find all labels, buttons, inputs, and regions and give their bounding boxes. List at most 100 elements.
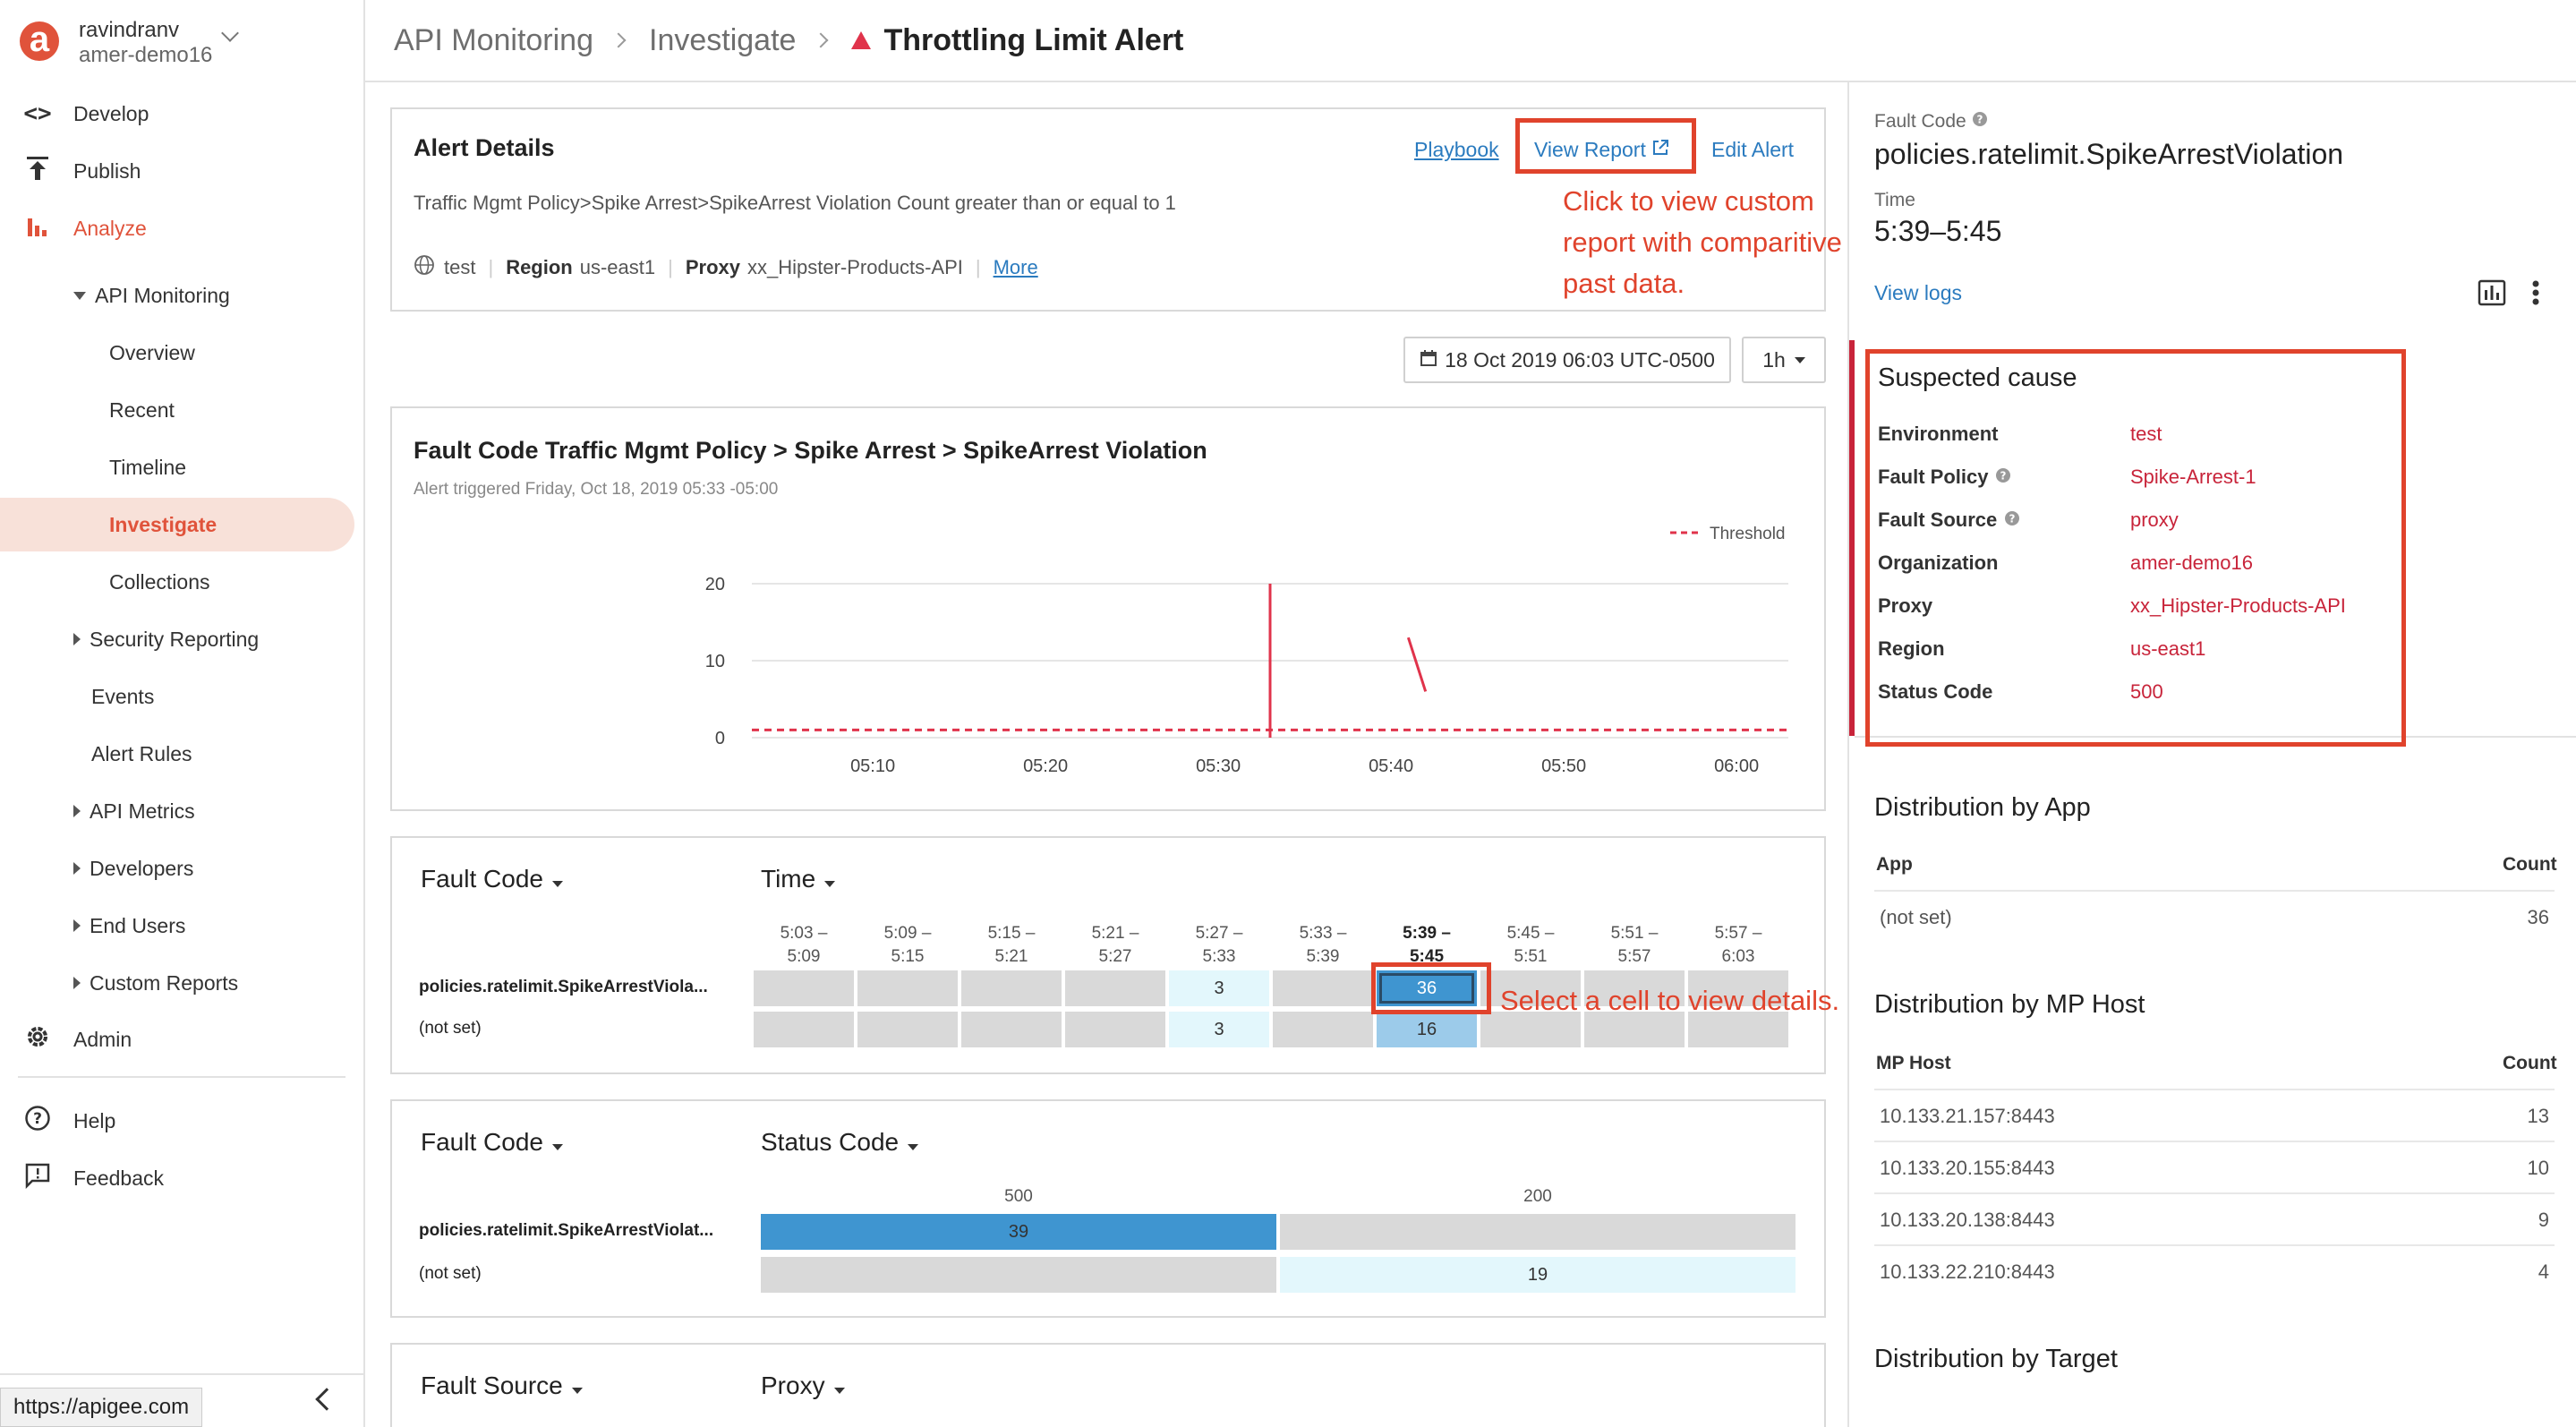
matrix-cell[interactable]: 16 (1377, 1012, 1477, 1047)
selected-cell-highlight (1371, 962, 1491, 1014)
dimension2-select[interactable]: Status Code (761, 1128, 919, 1157)
fault-code-label-text: Fault Code (1874, 111, 1966, 132)
matrix-cell[interactable]: 3 (1169, 970, 1269, 1006)
nav-help-label: Help (73, 1108, 116, 1132)
nav-publish[interactable]: Publish (0, 146, 365, 196)
calendar-icon (1420, 348, 1437, 372)
distribution-row: (not set) 36 (1874, 890, 2555, 942)
nav-overview[interactable]: Overview (109, 326, 195, 380)
nav-developers[interactable]: Developers (73, 842, 193, 895)
user-name[interactable]: ravindranv (79, 18, 179, 43)
nav-custom-reports[interactable]: Custom Reports (73, 956, 238, 1010)
time-column-header: 5:09 – 5:15 (857, 922, 958, 969)
nav-alert-rules[interactable]: Alert Rules (91, 727, 192, 781)
time-column-start: 5:03 – (780, 924, 828, 943)
matrix-cell[interactable] (1273, 1012, 1373, 1047)
chart-toggle-icon[interactable] (2478, 279, 2506, 311)
time-column-header: 5:57 – 6:03 (1688, 922, 1788, 969)
time-value: 5:39–5:45 (1874, 215, 2002, 247)
dimension1-label: Fault Code (421, 1128, 543, 1156)
nav-help[interactable]: ? Help (0, 1096, 365, 1146)
matrix-cell[interactable] (857, 970, 958, 1006)
matrix-cell[interactable] (1065, 970, 1165, 1006)
more-options-icon[interactable] (2531, 279, 2540, 311)
dimension2-select[interactable]: Proxy (761, 1371, 845, 1400)
expand-right-icon (73, 805, 81, 817)
time-column-end: 5:39 (1306, 947, 1340, 966)
nav-security-reporting[interactable]: Security Reporting (73, 612, 259, 666)
matrix-cell[interactable]: 19 (1280, 1257, 1796, 1293)
matrix-cell[interactable]: 39 (761, 1214, 1276, 1250)
view-logs-link[interactable]: View logs (1874, 281, 1962, 305)
time-column-start: 5:27 – (1195, 924, 1243, 943)
matrix-cell[interactable] (961, 1012, 1062, 1047)
breadcrumb-api-monitoring[interactable]: API Monitoring (394, 23, 593, 58)
series-line (1406, 637, 1428, 692)
dimension2-select[interactable]: Time (761, 865, 836, 893)
proxy-value: xx_Hipster-Products-API (747, 256, 963, 278)
nav-events[interactable]: Events (91, 670, 154, 723)
matrix-cell[interactable] (857, 1012, 958, 1047)
chevron-down-icon (551, 1144, 563, 1150)
fault-code-label: Fault Code ? (1874, 111, 1988, 132)
time-column-end: 5:33 (1202, 947, 1236, 966)
matrix-cell[interactable] (754, 1012, 854, 1047)
dist-host-title: Distribution by MP Host (1874, 990, 2145, 1019)
matrix-cell[interactable] (1065, 1012, 1165, 1047)
time-column-start: 5:39 – (1403, 924, 1451, 943)
matrix-cell[interactable]: 3 (1169, 1012, 1269, 1047)
dimension1-select[interactable]: Fault Code (421, 865, 563, 893)
chevron-down-icon[interactable] (221, 24, 239, 42)
nav-admin[interactable]: Admin (0, 1014, 365, 1064)
nav-analyze[interactable]: Analyze (0, 203, 365, 253)
nav-publish-label: Publish (73, 158, 141, 183)
time-column-end: 5:51 (1514, 947, 1548, 966)
date-picker[interactable]: 18 Oct 2019 06:03 UTC-0500 (1403, 337, 1731, 383)
dimension1-select[interactable]: Fault Source (421, 1371, 583, 1400)
page-header: API Monitoring Investigate Throttling Li… (365, 0, 2576, 82)
time-column-end: 5:27 (1098, 947, 1132, 966)
nav-investigate[interactable]: Investigate (0, 498, 354, 551)
time-column-end: 5:09 (787, 947, 821, 966)
breadcrumb-investigate[interactable]: Investigate (649, 23, 796, 58)
org-name[interactable]: amer-demo16 (79, 43, 212, 68)
dist-host-col-count: Count (2503, 1053, 2557, 1073)
time-column-end: 6:03 (1721, 947, 1755, 966)
time-label: Time (1874, 190, 1915, 210)
time-column-start: 5:45 – (1506, 924, 1555, 943)
nav-end-users[interactable]: End Users (73, 899, 185, 953)
nav-custom-reports-label: Custom Reports (90, 971, 239, 995)
nav-end-users-label: End Users (90, 914, 186, 937)
matrix-cell[interactable] (961, 970, 1062, 1006)
matrix-cell[interactable] (1273, 970, 1373, 1006)
more-link[interactable]: More (994, 256, 1038, 279)
y-tick-label: 10 (705, 652, 725, 671)
matrix-cell[interactable] (761, 1257, 1276, 1293)
edit-alert-link[interactable]: Edit Alert (1711, 138, 1794, 162)
time-range-select[interactable]: 1h (1742, 337, 1826, 383)
distribution-count: 10 (2527, 1157, 2549, 1179)
matrix-cell[interactable] (754, 970, 854, 1006)
alert-meta-row: test | Region us-east1 | Proxy xx_Hipste… (414, 254, 1038, 281)
expand-down-icon (73, 292, 86, 300)
y-tick-label: 20 (705, 575, 725, 594)
distribution-count: 9 (2538, 1209, 2549, 1231)
time-column-start: 5:57 – (1714, 924, 1762, 943)
dist-app-title: Distribution by App (1874, 793, 2091, 822)
expand-right-icon (73, 862, 81, 875)
nav-develop[interactable]: <> Develop (0, 89, 365, 139)
dimension1-select[interactable]: Fault Code (421, 1128, 563, 1157)
time-column-start: 5:15 – (987, 924, 1036, 943)
dimension2-label: Proxy (761, 1371, 825, 1399)
nav-feedback[interactable]: Feedback (0, 1153, 365, 1203)
nav-api-monitoring[interactable]: API Monitoring (73, 269, 230, 322)
matrix-cell[interactable] (1280, 1214, 1796, 1250)
nav-recent[interactable]: Recent (109, 383, 175, 437)
playbook-link[interactable]: Playbook (1414, 138, 1499, 162)
help-circle-icon: ? (20, 1105, 55, 1138)
nav-collections[interactable]: Collections (109, 555, 210, 609)
nav-api-metrics[interactable]: API Metrics (73, 784, 195, 838)
alert-warning-icon (851, 31, 872, 49)
alert-details-title: Alert Details (414, 134, 555, 161)
nav-timeline[interactable]: Timeline (109, 440, 186, 494)
